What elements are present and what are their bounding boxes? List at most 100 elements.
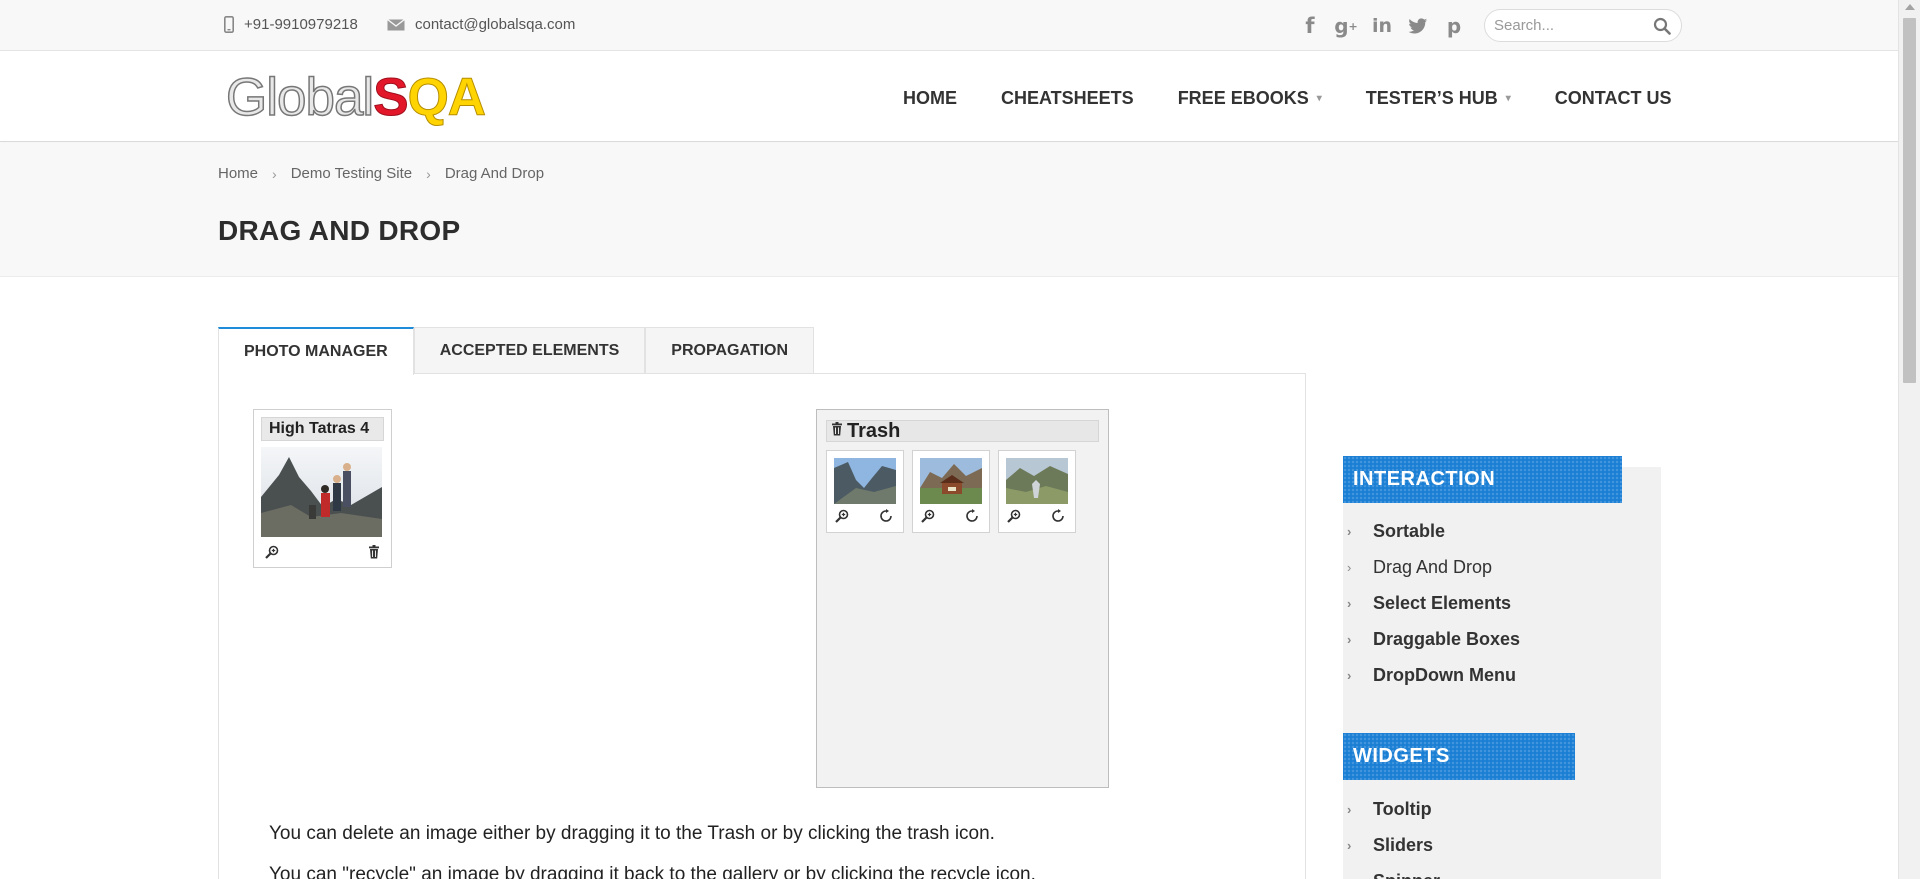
instruction-delete: You can delete an image either by draggi… (269, 823, 995, 844)
trash-icon (832, 422, 842, 436)
instruction-recycle: You can "recycle" an image by dragging i… (269, 864, 1036, 879)
zoom-icon[interactable] (265, 545, 279, 559)
logo-text-global: Global (225, 67, 375, 128)
tab-photo-manager[interactable]: PHOTO MANAGER (218, 327, 414, 375)
nav-free-ebooks[interactable]: FREE EBOOKS ▾ (1178, 88, 1322, 109)
email-contact[interactable]: contact@globalsqa.com (387, 16, 575, 33)
chevron-right-icon: › (1347, 667, 1352, 683)
sidebar-item-sliders[interactable]: › Sliders (1345, 827, 1440, 863)
chevron-right-icon: › (1347, 801, 1352, 817)
scrollbar-thumb[interactable] (1903, 18, 1916, 383)
tab-accepted-elements[interactable]: ACCEPTED ELEMENTS (413, 327, 646, 374)
site-header: Global S QA HOME CHEATSHEETS FREE EBOOKS ▾ … (0, 51, 1898, 142)
page-scrollbar[interactable] (1898, 0, 1920, 879)
chevron-down-icon: ▾ (1505, 93, 1511, 104)
chevron-right-icon: › (272, 165, 277, 182)
sidebar-heading-widgets: WIDGETS (1343, 733, 1575, 780)
sidebar-item-tooltip[interactable]: › Tooltip (1345, 791, 1440, 827)
breadcrumb-home[interactable]: Home (218, 165, 258, 182)
trash-icon[interactable] (368, 545, 380, 559)
google-plus-icon[interactable]: g + (1328, 14, 1364, 38)
search-box[interactable] (1484, 9, 1682, 42)
sidebar-item-draggable-boxes[interactable]: › Draggable Boxes (1345, 621, 1520, 657)
sidebar-item-label: Sliders (1373, 834, 1434, 855)
breadcrumb-current: Drag And Drop (444, 165, 545, 182)
top-bar: +91-9910979218 contact@globalsqa.com f g… (0, 0, 1898, 51)
gallery-item-image (261, 447, 382, 537)
mail-icon (387, 18, 405, 30)
phone-contact: +91-9910979218 (224, 16, 358, 33)
sidebar-widgets-list: ›Tooltip ›Sliders ›Spinner (1345, 791, 1440, 879)
search-input[interactable] (1494, 17, 1644, 34)
social-links: f g + in p (1292, 14, 1472, 38)
twitter-icon[interactable] (1400, 14, 1436, 38)
scroll-up-arrow-icon[interactable] (1905, 4, 1915, 10)
nav-home-label: HOME (903, 88, 957, 108)
demo-tabs: PHOTO MANAGER ACCEPTED ELEMENTS PROPAGAT… (218, 327, 815, 375)
linkedin-icon[interactable]: in (1364, 14, 1400, 38)
logo-text-s: S (373, 68, 409, 128)
nav-cheatsheets-label: CHEATSHEETS (1001, 88, 1134, 108)
sidebar-item-drag-and-drop[interactable]: › Drag And Drop (1345, 549, 1520, 585)
zoom-icon[interactable] (921, 509, 935, 523)
page-title: DRAG AND DROP (218, 215, 461, 246)
trash-item-image (1006, 458, 1068, 504)
sidebar-item-label: Select Elements (1373, 592, 1512, 613)
chevron-right-icon: › (1347, 837, 1352, 853)
chevron-down-icon: ▾ (1316, 93, 1322, 104)
zoom-icon[interactable] (1007, 509, 1021, 523)
nav-contact-us[interactable]: CONTACT US (1555, 88, 1672, 109)
page-head: Home › Demo Testing Site › Drag And Drop… (0, 143, 1898, 277)
main-nav: HOME CHEATSHEETS FREE EBOOKS ▾ TESTER’S H… (903, 88, 1671, 109)
trash-header: Trash (826, 420, 1099, 442)
phone-icon (224, 16, 234, 33)
trash-item-image (834, 458, 896, 504)
nav-testers-hub[interactable]: TESTER’S HUB ▾ (1366, 88, 1511, 109)
tab-propagation[interactable]: PROPAGATION (645, 327, 815, 374)
chevron-right-icon: › (426, 165, 431, 182)
recycle-icon[interactable] (879, 509, 893, 523)
tab-label: ACCEPTED ELEMENTS (439, 342, 620, 359)
chevron-right-icon: › (1347, 559, 1352, 575)
nav-home[interactable]: HOME (903, 88, 957, 109)
sidebar-item-select-elements[interactable]: › Select Elements (1345, 585, 1520, 621)
recycle-icon[interactable] (965, 509, 979, 523)
sidebar-item-label: Drag And Drop (1373, 556, 1493, 577)
trash-item-image (920, 458, 982, 504)
gallery-item-actions (261, 542, 384, 559)
chevron-right-icon: › (1347, 523, 1352, 539)
chevron-right-icon: › (1347, 631, 1352, 647)
sidebar-item-label: DropDown Menu (1373, 664, 1516, 685)
phone-number: +91-9910979218 (244, 16, 358, 33)
sidebar-item-label: Draggable Boxes (1373, 628, 1521, 649)
tab-label: PHOTO MANAGER (244, 343, 388, 360)
trash-item[interactable] (912, 450, 990, 533)
email-address[interactable]: contact@globalsqa.com (415, 16, 575, 33)
breadcrumb: Home › Demo Testing Site › Drag And Drop (218, 165, 544, 182)
sidebar-item-label: Tooltip (1373, 798, 1432, 819)
chevron-right-icon: › (1347, 595, 1352, 611)
sidebar-item-label: Spinner (1373, 871, 1440, 879)
recycle-icon[interactable] (1051, 509, 1065, 523)
chevron-right-icon: › (1345, 874, 1373, 879)
gallery-item[interactable]: High Tatras 4 (253, 409, 392, 568)
facebook-icon[interactable]: f (1292, 14, 1328, 38)
sidebar-item-dropdown-menu[interactable]: › DropDown Menu (1345, 657, 1520, 693)
sidebar-item-spinner[interactable]: ›Spinner (1345, 863, 1440, 879)
sidebar-interaction-list: › Sortable › Drag And Drop › Select Element… (1345, 513, 1520, 693)
trash-item[interactable] (998, 450, 1076, 533)
trash-dropzone[interactable]: Trash (816, 409, 1109, 788)
sidebar-item-sortable[interactable]: › Sortable (1345, 513, 1520, 549)
pinterest-icon[interactable]: p (1436, 14, 1472, 38)
nav-cheatsheets[interactable]: CHEATSHEETS (1001, 88, 1134, 109)
search-icon[interactable] (1653, 17, 1671, 35)
sidebar-heading-interaction: INTERACTION (1343, 456, 1622, 503)
breadcrumb-demo-testing-site[interactable]: Demo Testing Site (291, 165, 412, 182)
nav-testers-hub-label: TESTER’S HUB (1365, 88, 1498, 108)
trash-item[interactable] (826, 450, 904, 533)
logo-text-qa: QA (407, 68, 486, 128)
zoom-icon[interactable] (835, 509, 849, 523)
nav-contact-us-label: CONTACT US (1554, 88, 1672, 108)
site-logo[interactable]: Global S QA (225, 67, 486, 128)
tab-label: PROPAGATION (671, 342, 789, 359)
